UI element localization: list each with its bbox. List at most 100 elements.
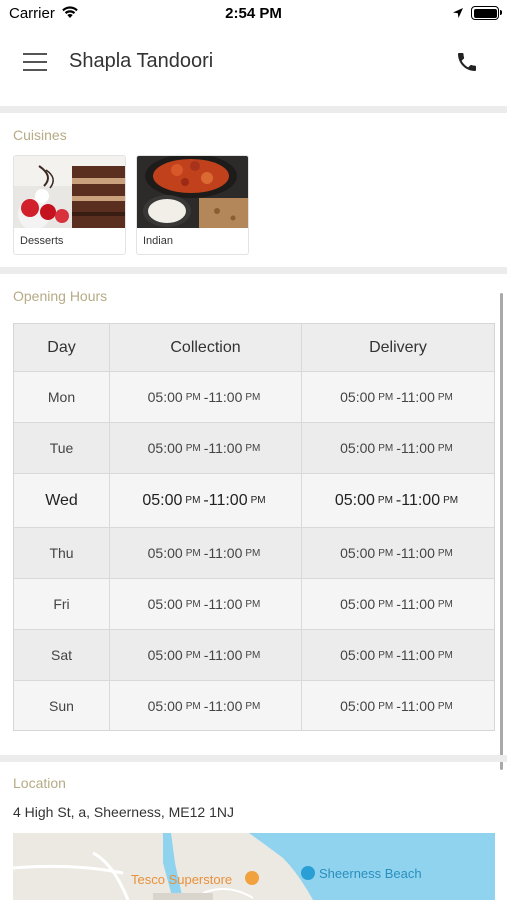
app-header: Shapla Tandoori xyxy=(0,28,507,106)
collection-end-period: PM xyxy=(245,547,261,559)
delivery-hours-cell: 05:00 PM -11:00 PM xyxy=(302,681,494,731)
collection-hours-cell: 05:00 PM -11:00 PM xyxy=(110,630,302,680)
table-row: Tue 05:00 PM -11:00 PM 05:00 PM -11:00 PM xyxy=(14,423,494,474)
day-cell: Wed xyxy=(14,474,110,527)
delivery-start: 05:00 xyxy=(340,596,376,612)
collection-end-period: PM xyxy=(245,700,261,712)
collection-start: 05:00 xyxy=(142,491,183,509)
delivery-start: 05:00 xyxy=(340,647,376,663)
delivery-end-period: PM xyxy=(437,598,453,610)
delivery-start-period: PM xyxy=(378,442,394,454)
beach-map-label: Sheerness Beach xyxy=(319,866,422,881)
delivery-end: 11:00 xyxy=(401,491,441,509)
day-cell: Mon xyxy=(14,372,110,422)
delivery-end: 11:00 xyxy=(400,545,435,561)
table-header-row: Day Collection Delivery xyxy=(14,324,494,372)
collection-hours-cell: 05:00 PM -11:00 PM xyxy=(110,423,302,473)
collection-hours-cell: 05:00 PM -11:00 PM xyxy=(110,579,302,629)
delivery-end: 11:00 xyxy=(400,596,435,612)
collection-end: 11:00 xyxy=(208,596,243,612)
collection-end: 11:00 xyxy=(208,545,243,561)
day-cell: Fri xyxy=(14,579,110,629)
table-row: Fri 05:00 PM -11:00 PM 05:00 PM -11:00 PM xyxy=(14,579,494,630)
delivery-hours-cell: 05:00 PM -11:00 PM xyxy=(302,630,494,680)
collection-hours-cell: 05:00 PM -11:00 PM xyxy=(110,528,302,578)
delivery-end: 11:00 xyxy=(400,440,435,456)
delivery-end: 11:00 xyxy=(400,389,435,405)
location-heading: Location xyxy=(13,775,66,791)
collection-start: 05:00 xyxy=(147,698,183,714)
table-row: Wed 05:00 PM -11:00 PM 05:00 PM -11:00 PM xyxy=(14,474,494,528)
collection-end: 11:00 xyxy=(208,491,248,509)
table-row: Mon 05:00 PM -11:00 PM 05:00 PM -11:00 PM xyxy=(14,372,494,423)
location-map[interactable]: Tesco Superstore Sheerness Beach xyxy=(13,833,495,900)
collection-start-period: PM xyxy=(185,700,201,712)
delivery-end-period: PM xyxy=(437,391,453,403)
delivery-start-period: PM xyxy=(378,649,394,661)
collection-start: 05:00 xyxy=(147,647,183,663)
collection-end-period: PM xyxy=(245,649,261,661)
delivery-end-period: PM xyxy=(437,547,453,559)
collection-start: 05:00 xyxy=(147,440,183,456)
delivery-start: 05:00 xyxy=(340,545,376,561)
delivery-start: 05:00 xyxy=(340,440,376,456)
table-row: Sun 05:00 PM -11:00 PM 05:00 PM -11:00 PM xyxy=(14,681,494,731)
day-cell: Sat xyxy=(14,630,110,680)
cuisine-label: Desserts xyxy=(20,235,64,247)
collection-end-period: PM xyxy=(245,598,261,610)
collection-end: 11:00 xyxy=(208,698,243,714)
delivery-hours-cell: 05:00 PM -11:00 PM xyxy=(302,474,494,527)
delivery-start-period: PM xyxy=(378,391,394,403)
hamburger-menu-icon[interactable] xyxy=(23,53,47,71)
store-map-label: Tesco Superstore xyxy=(131,872,233,887)
indian-food-image xyxy=(137,156,248,228)
collection-hours-cell: 05:00 PM -11:00 PM xyxy=(110,681,302,731)
collection-end: 11:00 xyxy=(208,647,243,663)
cuisine-card-desserts[interactable]: Desserts xyxy=(13,155,126,255)
cuisine-card-indian[interactable]: Indian xyxy=(136,155,249,255)
cuisine-label: Indian xyxy=(143,235,173,247)
delivery-end-period: PM xyxy=(437,442,453,454)
section-divider xyxy=(0,106,507,113)
delivery-start: 05:00 xyxy=(334,491,375,509)
header-delivery: Delivery xyxy=(369,338,427,356)
cuisines-heading: Cuisines xyxy=(13,127,67,143)
scrollbar[interactable] xyxy=(500,293,503,770)
header-day: Day xyxy=(14,324,110,371)
delivery-start-period: PM xyxy=(378,700,394,712)
map-graphic xyxy=(13,833,495,900)
collection-start: 05:00 xyxy=(147,596,183,612)
section-divider xyxy=(0,267,507,274)
opening-hours-heading: Opening Hours xyxy=(13,288,108,304)
delivery-end-period: PM xyxy=(443,495,459,506)
delivery-hours-cell: 05:00 PM -11:00 PM xyxy=(302,372,494,422)
day-cell: Sun xyxy=(14,681,110,731)
delivery-start: 05:00 xyxy=(340,698,376,714)
delivery-end-period: PM xyxy=(437,700,453,712)
collection-hours-cell: 05:00 PM -11:00 PM xyxy=(110,372,302,422)
delivery-hours-cell: 05:00 PM -11:00 PM xyxy=(302,528,494,578)
opening-hours-table: Day Collection Delivery Mon 05:00 PM -11:00… xyxy=(13,323,495,731)
phone-icon[interactable] xyxy=(455,50,479,74)
day-cell: Tue xyxy=(14,423,110,473)
desserts-image xyxy=(14,156,125,228)
delivery-start: 05:00 xyxy=(340,389,376,405)
location-arrow-icon xyxy=(453,8,463,18)
delivery-start-period: PM xyxy=(378,598,394,610)
collection-start-period: PM xyxy=(185,391,201,403)
status-time: 2:54 PM xyxy=(225,5,282,22)
day-cell: Thu xyxy=(14,528,110,578)
delivery-hours-cell: 05:00 PM -11:00 PM xyxy=(302,579,494,629)
collection-end-period: PM xyxy=(245,442,261,454)
collection-end-period: PM xyxy=(250,495,266,506)
delivery-end-period: PM xyxy=(437,649,453,661)
battery-icon xyxy=(471,6,502,20)
status-bar: Carrier 2:54 PM xyxy=(0,0,507,28)
header-collection: Collection xyxy=(110,324,302,371)
collection-end: 11:00 xyxy=(208,440,243,456)
delivery-start-period: PM xyxy=(377,495,393,506)
address-text: 4 High St, a, Sheerness, ME12 1NJ xyxy=(13,804,234,820)
collection-start: 05:00 xyxy=(147,545,183,561)
delivery-hours-cell: 05:00 PM -11:00 PM xyxy=(302,423,494,473)
table-row: Sat 05:00 PM -11:00 PM 05:00 PM -11:00 PM xyxy=(14,630,494,681)
